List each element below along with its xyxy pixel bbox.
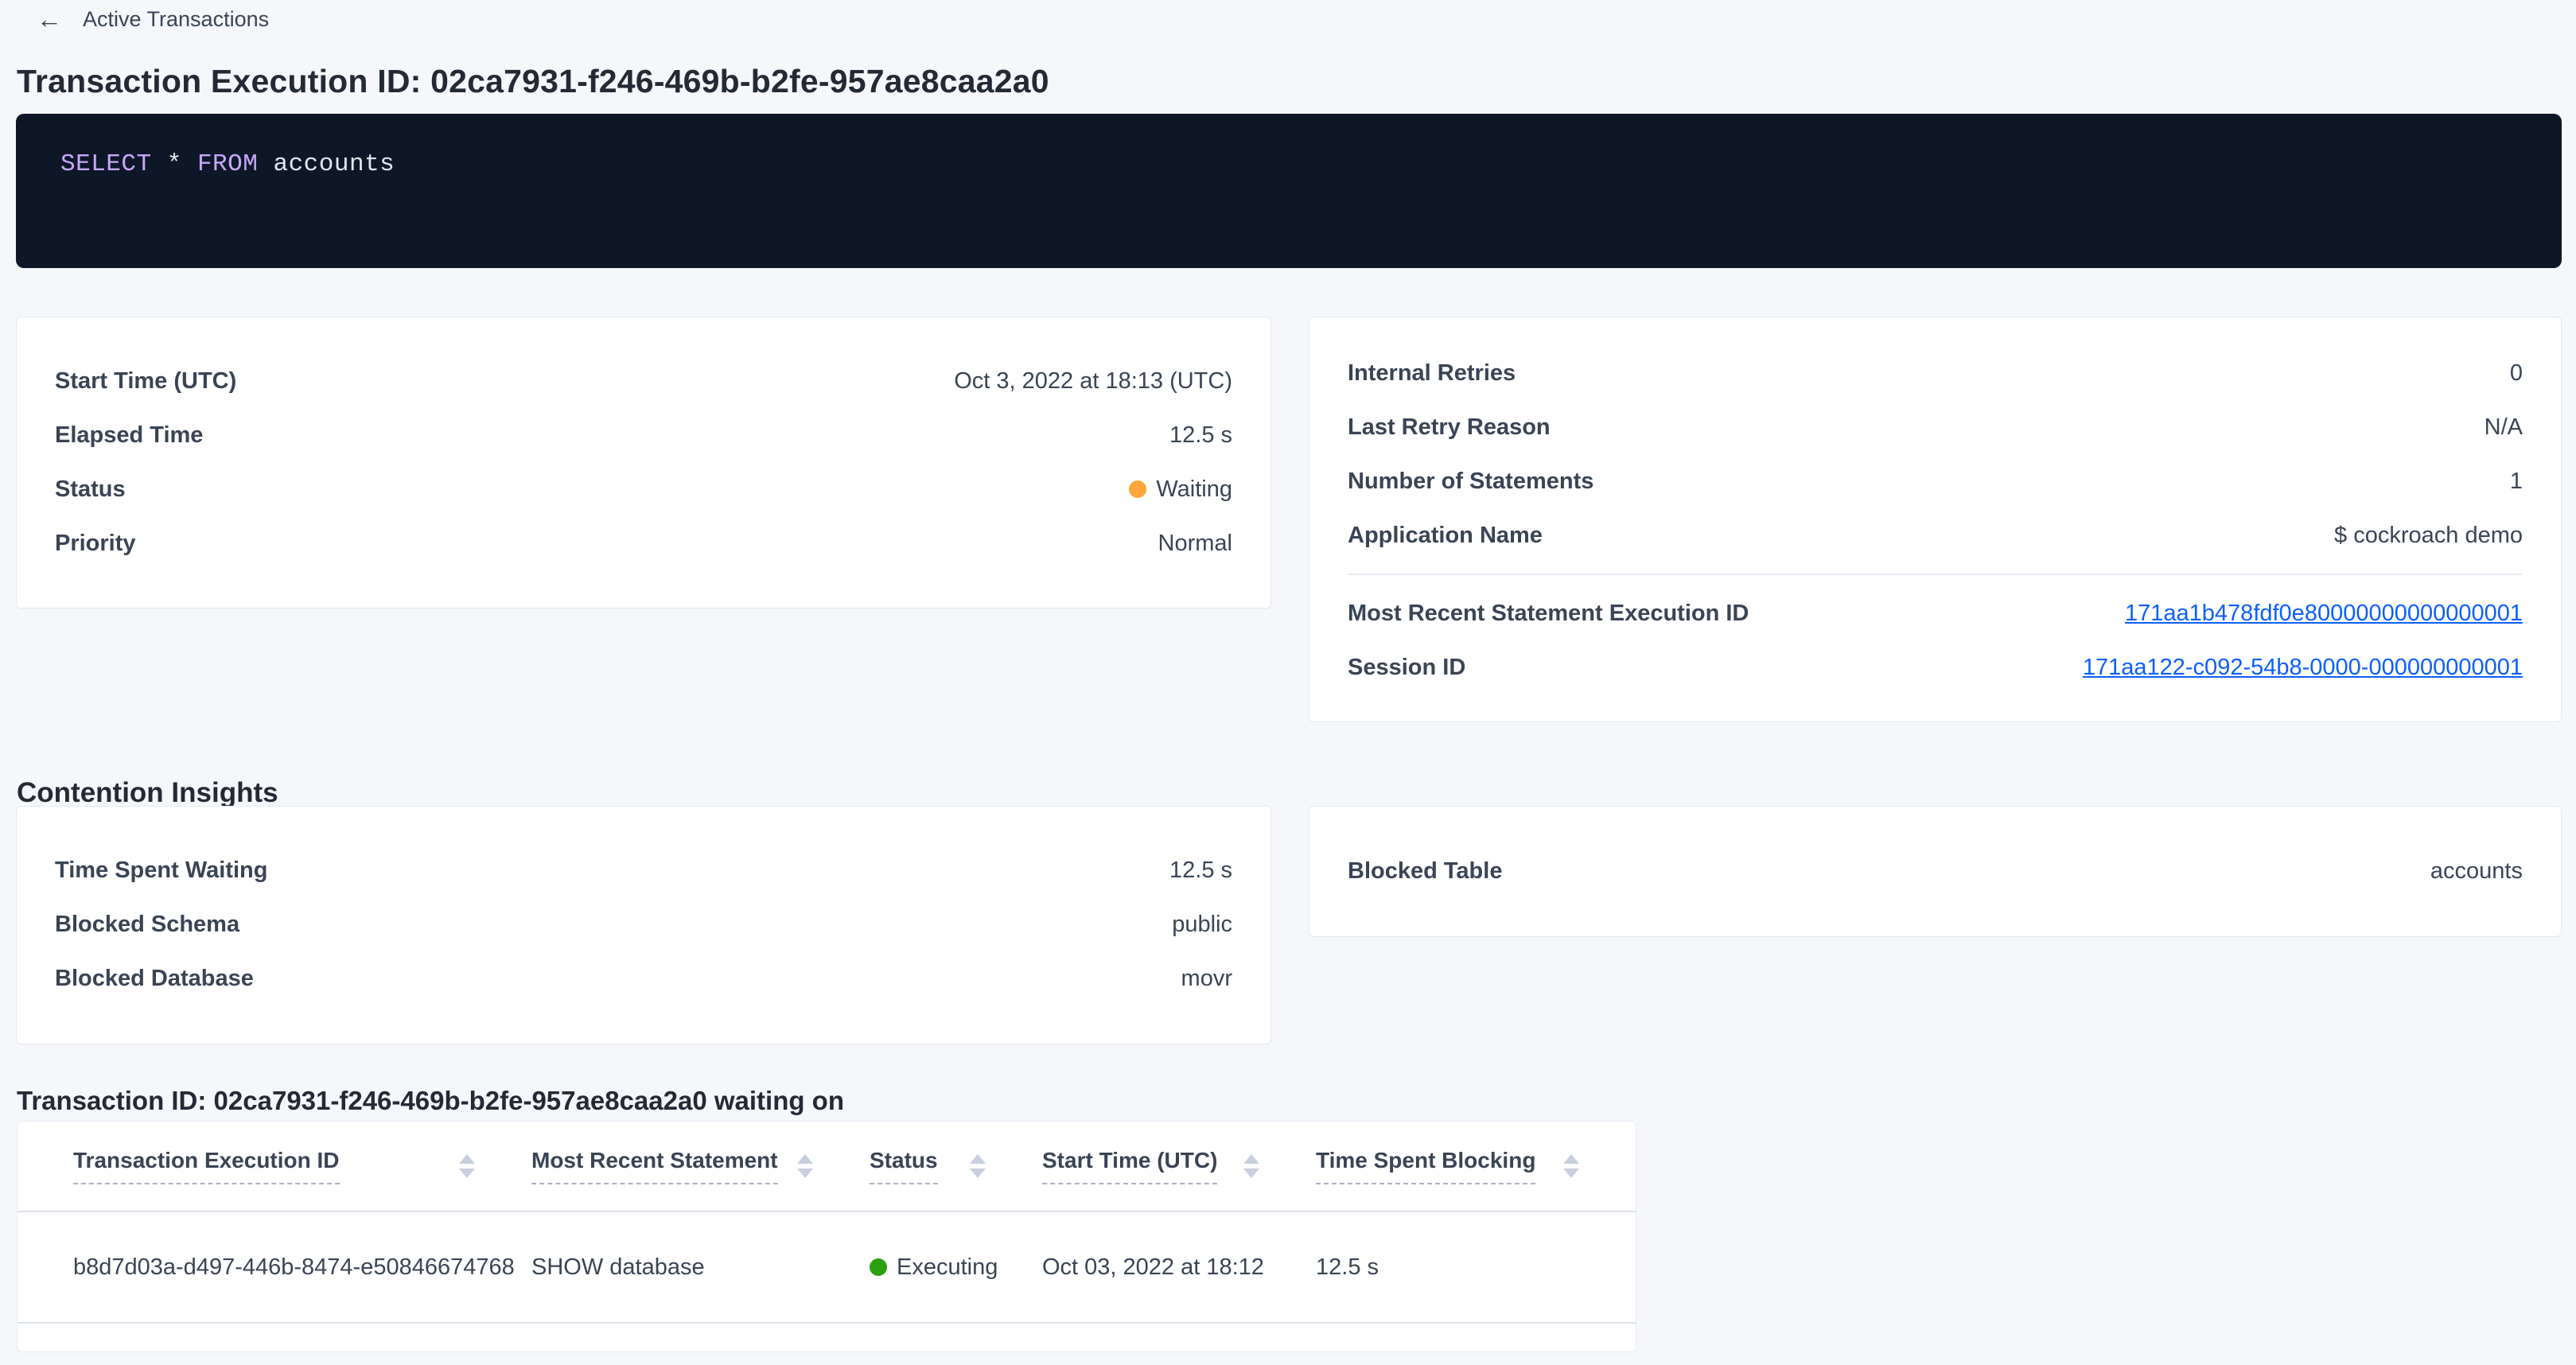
application-name-value: $ cockroach demo xyxy=(2334,523,2523,549)
status-waiting-dot xyxy=(1129,480,1146,498)
blocked-schema-row: Blocked Schema public xyxy=(55,897,1232,951)
waiting-on-table: Transaction Execution ID Most Recent Sta… xyxy=(17,1121,1636,1352)
column-header-most-recent-statement[interactable]: Most Recent Statement xyxy=(531,1148,870,1184)
summary-card-right: Internal Retries 0 Last Retry Reason N/A… xyxy=(1309,317,2562,722)
column-label: Transaction Execution ID xyxy=(73,1148,340,1184)
blocked-table-value: accounts xyxy=(2430,858,2523,885)
application-name-label: Application Name xyxy=(1348,523,1543,549)
column-label: Start Time (UTC) xyxy=(1042,1148,1217,1184)
back-arrow-icon: ← xyxy=(37,6,62,32)
sort-icon xyxy=(1243,1153,1260,1179)
session-id-label: Session ID xyxy=(1348,655,1465,681)
blocked-database-value: movr xyxy=(1181,966,1232,992)
time-spent-waiting-value: 12.5 s xyxy=(1169,858,1232,884)
priority-value: Normal xyxy=(1158,531,1232,557)
internal-retries-row: Internal Retries 0 xyxy=(1348,346,2523,400)
session-id-row: Session ID 171aa122-c092-54b8-0000-00000… xyxy=(1348,640,2523,694)
session-id-link[interactable]: 171aa122-c092-54b8-0000-000000000001 xyxy=(2083,655,2523,681)
blocked-database-row: Blocked Database movr xyxy=(55,951,1232,1005)
sort-icon xyxy=(796,1153,814,1179)
cell-time-spent-blocking: 12.5 s xyxy=(1316,1254,1636,1281)
sql-keyword-select: SELECT xyxy=(60,150,152,178)
start-time-label: Start Time (UTC) xyxy=(55,368,236,395)
priority-label: Priority xyxy=(55,531,136,557)
blocked-schema-label: Blocked Schema xyxy=(55,912,239,938)
status-label: Status xyxy=(55,476,126,503)
table-row: b8d7d03a-d497-446b-8474-e50846674768 SHO… xyxy=(18,1212,1636,1324)
cell-transaction-execution-id: b8d7d03a-d497-446b-8474-e50846674768 xyxy=(73,1254,531,1281)
status-row: Status Waiting xyxy=(55,462,1232,516)
last-retry-reason-label: Last Retry Reason xyxy=(1348,414,1551,441)
internal-retries-label: Internal Retries xyxy=(1348,360,1516,387)
application-name-row: Application Name $ cockroach demo xyxy=(1348,508,2523,562)
sort-icon xyxy=(458,1153,476,1179)
cell-status: Executing xyxy=(870,1254,1042,1281)
priority-row: Priority Normal xyxy=(55,516,1232,570)
breadcrumb-back-link[interactable]: ← Active Transactions xyxy=(37,5,269,33)
time-spent-waiting-label: Time Spent Waiting xyxy=(55,858,267,884)
last-retry-reason-row: Last Retry Reason N/A xyxy=(1348,400,2523,454)
blocked-database-label: Blocked Database xyxy=(55,966,254,992)
blocked-table-label: Blocked Table xyxy=(1348,858,1502,885)
summary-card-left: Start Time (UTC) Oct 3, 2022 at 18:13 (U… xyxy=(16,317,1271,609)
table-header-row: Transaction Execution ID Most Recent Sta… xyxy=(18,1122,1636,1212)
column-header-start-time[interactable]: Start Time (UTC) xyxy=(1042,1148,1316,1184)
elapsed-time-value: 12.5 s xyxy=(1169,422,1232,449)
contention-card-left: Time Spent Waiting 12.5 s Blocked Schema… xyxy=(16,806,1271,1044)
column-label: Time Spent Blocking xyxy=(1316,1148,1535,1184)
time-spent-waiting-row: Time Spent Waiting 12.5 s xyxy=(55,843,1232,897)
stmt-exec-id-link[interactable]: 171aa1b478fdf0e80000000000000001 xyxy=(2125,601,2523,627)
cell-start-time: Oct 03, 2022 at 18:12 xyxy=(1042,1254,1316,1281)
blocked-table-row: Blocked Table accounts xyxy=(1348,845,2523,899)
sql-identifier: accounts xyxy=(258,150,395,178)
column-header-time-spent-blocking[interactable]: Time Spent Blocking xyxy=(1316,1148,1636,1184)
number-of-statements-label: Number of Statements xyxy=(1348,469,1593,495)
number-of-statements-value: 1 xyxy=(2510,469,2523,495)
contention-card-right: Blocked Table accounts xyxy=(1309,806,2562,937)
column-header-status[interactable]: Status xyxy=(870,1148,1042,1184)
sort-icon xyxy=(969,1153,986,1179)
blocked-schema-value: public xyxy=(1172,912,1232,938)
stmt-exec-id-label: Most Recent Statement Execution ID xyxy=(1348,601,1749,627)
start-time-value: Oct 3, 2022 at 18:13 (UTC) xyxy=(954,368,1232,395)
card-divider xyxy=(1348,574,2523,575)
page-title: Transaction Execution ID: 02ca7931-f246-… xyxy=(17,63,1049,100)
status-executing-dot xyxy=(870,1258,887,1276)
column-label: Most Recent Statement xyxy=(531,1148,778,1184)
internal-retries-value: 0 xyxy=(2510,360,2523,387)
elapsed-time-row: Elapsed Time 12.5 s xyxy=(55,408,1232,462)
status-executing-text: Executing xyxy=(897,1254,998,1281)
number-of-statements-row: Number of Statements 1 xyxy=(1348,454,2523,508)
elapsed-time-label: Elapsed Time xyxy=(55,422,203,449)
sql-statement-text: SELECT * FROM accounts xyxy=(60,150,395,178)
cell-most-recent-statement: SHOW database xyxy=(531,1254,870,1281)
status-value: Waiting xyxy=(1156,476,1232,503)
column-header-transaction-execution-id[interactable]: Transaction Execution ID xyxy=(73,1148,531,1184)
waiting-on-heading: Transaction ID: 02ca7931-f246-469b-b2fe-… xyxy=(17,1086,844,1116)
last-retry-reason-value: N/A xyxy=(2485,414,2523,441)
sql-keyword-from: FROM xyxy=(197,150,258,178)
breadcrumb-label: Active Transactions xyxy=(83,7,269,32)
contention-insights-heading: Contention Insights xyxy=(17,777,278,809)
sql-star: * xyxy=(152,150,197,178)
sort-icon xyxy=(1562,1153,1580,1179)
column-label: Status xyxy=(870,1148,938,1184)
stmt-exec-id-row: Most Recent Statement Execution ID 171aa… xyxy=(1348,586,2523,640)
sql-statement-box: SELECT * FROM accounts xyxy=(16,114,2562,268)
start-time-row: Start Time (UTC) Oct 3, 2022 at 18:13 (U… xyxy=(55,354,1232,408)
